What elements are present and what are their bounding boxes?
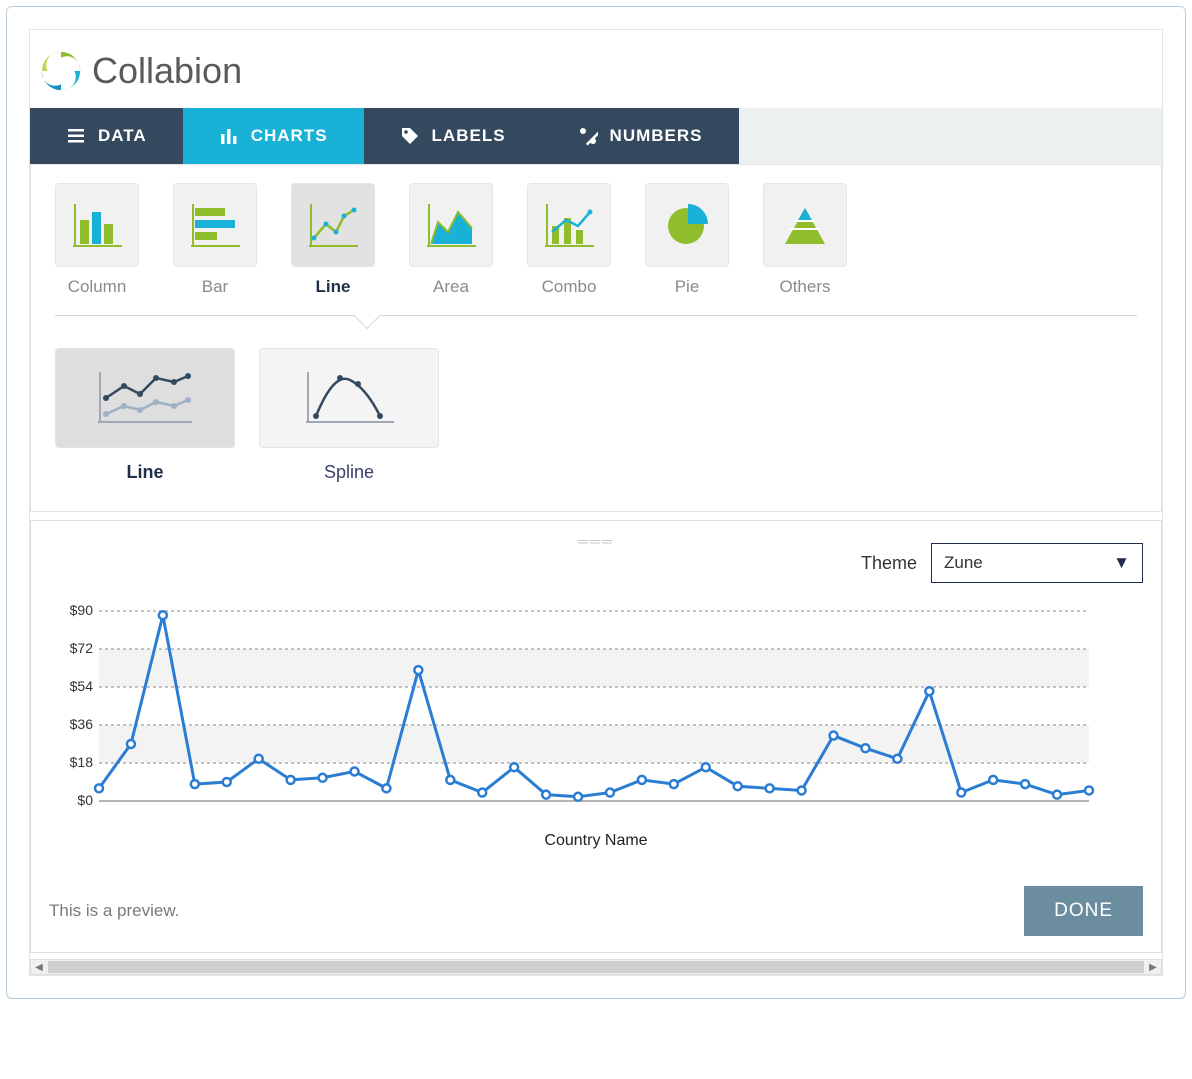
chart-preview: $0 $18 $36 $54 $72 $90 Country Name [49,601,1143,850]
x-axis-label: Country Name [49,832,1143,850]
type-bar[interactable]: Bar [173,183,257,315]
type-label: Combo [527,277,611,297]
multiline-icon [55,348,235,448]
spline-icon [259,348,439,448]
chevron-down-icon: ▼ [1113,553,1130,573]
combo-chart-icon [527,183,611,267]
area-chart-icon [409,183,493,267]
app-inner: Collabion DATA CHARTS LABELS NUMBERS [29,29,1163,976]
type-area[interactable]: Area [409,183,493,315]
theme-value: Zune [944,553,983,573]
subtype-label: Spline [259,462,439,483]
theme-row: Theme Zune ▼ [49,543,1143,583]
scroll-left-icon[interactable]: ◀ [31,962,47,973]
subtype-label: Line [55,462,235,483]
tab-spacer [739,108,1163,164]
chart-subtype-row: Line Spline [55,316,1137,483]
column-chart-icon [55,183,139,267]
svg-text:$54: $54 [70,678,94,694]
menu-icon [66,126,86,146]
svg-text:$36: $36 [70,716,94,732]
preview-panel: ═══ Theme Zune ▼ $0$18$36$54$72$90 Count… [30,520,1162,953]
type-label: Line [291,277,375,297]
tab-label: CHARTS [251,126,328,146]
tab-data[interactable]: DATA [30,108,183,164]
horizontal-scrollbar[interactable]: ◀ ▶ [30,959,1162,975]
type-column[interactable]: Column [55,183,139,315]
type-others[interactable]: Others [763,183,847,315]
subtype-spline[interactable]: Spline [259,348,439,483]
svg-text:$0: $0 [77,792,93,808]
app-frame: Collabion DATA CHARTS LABELS NUMBERS [6,6,1186,999]
theme-dropdown[interactable]: Zune ▼ [931,543,1143,583]
chart-type-panel: Column Bar Line [30,164,1162,512]
pie-chart-icon [645,183,729,267]
main-tabs: DATA CHARTS LABELS NUMBERS [30,108,1162,164]
preview-note: This is a preview. [49,901,179,921]
type-label: Pie [645,277,729,297]
type-label: Bar [173,277,257,297]
line-chart-icon [291,183,375,267]
percent-icon [578,126,598,146]
type-label: Others [763,277,847,297]
line-chart-svg: $0 $18 $36 $54 $72 $90 [49,601,1099,821]
type-combo[interactable]: Combo [527,183,611,315]
type-label: Area [409,277,493,297]
bar-chart-icon [173,183,257,267]
svg-text:$72: $72 [70,640,94,656]
type-label: Column [55,277,139,297]
preview-footer: This is a preview. DONE [49,886,1143,936]
collabion-logo [38,48,84,94]
tab-charts[interactable]: CHARTS [183,108,364,164]
type-line[interactable]: Line [291,183,375,315]
bars-icon [219,126,239,146]
pyramid-chart-icon [763,183,847,267]
svg-text:$18: $18 [70,754,94,770]
tab-label: LABELS [432,126,506,146]
subtype-line[interactable]: Line [55,348,235,483]
brand-name: Collabion [92,50,242,92]
scroll-thumb[interactable] [48,961,1144,973]
svg-text:$90: $90 [70,602,94,618]
tag-icon [400,126,420,146]
theme-label: Theme [861,553,917,574]
header: Collabion [30,30,1162,108]
tab-labels[interactable]: LABELS [364,108,542,164]
type-pie[interactable]: Pie [645,183,729,315]
tab-label: NUMBERS [610,126,703,146]
tab-label: DATA [98,126,147,146]
chart-type-row: Column Bar Line [55,183,1137,316]
tab-numbers[interactable]: NUMBERS [542,108,739,164]
scroll-right-icon[interactable]: ▶ [1145,962,1161,973]
done-button[interactable]: DONE [1024,886,1143,936]
